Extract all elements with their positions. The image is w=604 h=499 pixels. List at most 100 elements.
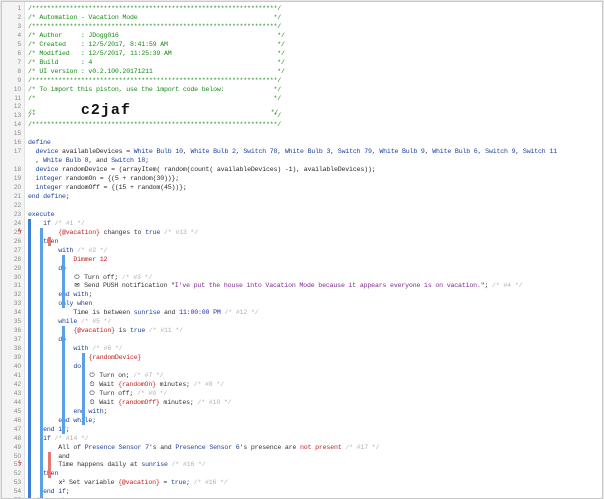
code-line[interactable]: then [28, 237, 58, 246]
line-number: 27 [13, 246, 21, 254]
line-number: 41 [13, 371, 21, 379]
line-number: 46 [13, 416, 21, 424]
code-line[interactable]: Time happens daily at sunrise /* #16 */ [28, 460, 206, 469]
code-line[interactable]: /***************************************… [28, 22, 281, 31]
code-token: availableDevices = [62, 148, 134, 156]
code-token: if [43, 219, 55, 227]
line-number: 42 [13, 380, 21, 388]
code-token: , and [88, 157, 112, 165]
code-token: Wait [95, 398, 119, 406]
code-line[interactable]: execute [28, 210, 55, 219]
line-number: 17 [13, 148, 21, 156]
code-line[interactable]: end with; [28, 290, 92, 299]
code-line[interactable]: /* Author : JDogg016 */ [28, 31, 285, 40]
code-line[interactable]: end define; [28, 192, 70, 201]
code-token: = [159, 479, 171, 487]
code-line[interactable]: do [28, 264, 66, 273]
code-line[interactable]: /* Automation - Vacation Mode */ [28, 13, 281, 22]
code-token: /* */ [28, 94, 282, 102]
code-line[interactable]: integer randomOff = {(15 + random(45))}; [28, 183, 187, 192]
code-line[interactable]: device availableDevices = White Bulb 10,… [28, 147, 558, 156]
code-line[interactable]: , White Bulb 8, and Switch 18; [28, 156, 150, 165]
code-line[interactable]: ✉ Send PUSH notification "I've put the h… [28, 281, 522, 290]
code-line[interactable]: then [28, 469, 58, 478]
code-line[interactable]: All of Presence Sensor 7's and Presence … [28, 443, 379, 452]
code-line[interactable]: {@vacation} is true /* #11 */ [28, 326, 183, 335]
code-token: ; [186, 479, 194, 487]
code-line[interactable]: ⏲ Wait {randomOff} minutes; /* #10 */ [28, 398, 231, 407]
line-number: 5 [17, 40, 21, 48]
line-number: 14 [13, 121, 21, 129]
code-token: randomDevice = (arrayItem( random(count(… [62, 166, 376, 174]
line-number: 28 [13, 255, 21, 263]
line-number: 23 [13, 210, 21, 218]
code-line[interactable]: define [28, 138, 51, 147]
code-line[interactable]: {@vacation} changes to true /* #13 */ [28, 228, 198, 237]
code-token: I've put the house into Vacation Mode be… [174, 282, 481, 290]
line-number: 34 [13, 309, 21, 317]
code-line[interactable]: do [28, 335, 66, 344]
code-token: end with [73, 407, 104, 415]
code-line[interactable]: ⏻ Turn off; /* #3 */ [28, 273, 152, 282]
code-token: Switch 18 [111, 157, 146, 165]
code-line[interactable]: /* */ [28, 111, 281, 120]
code-token: with [58, 246, 78, 254]
trigger-icon: ϟ [18, 460, 22, 468]
code-line[interactable]: end if; [28, 487, 70, 496]
line-number: 53 [13, 479, 21, 487]
code-line[interactable]: if /* #14 */ [28, 434, 89, 443]
code-line[interactable]: /* UI version : v0.2.100.20171211 */ [28, 67, 285, 76]
code-token: true [129, 327, 149, 335]
code-token: define [28, 139, 51, 147]
line-number: 15 [13, 130, 21, 138]
code-line[interactable]: ⏻ Turn on; /* #7 */ [28, 371, 163, 380]
code-line[interactable]: x² Set variable {@vacation} = true; /* #… [28, 478, 228, 487]
trigger-icon: ϟ [18, 227, 22, 235]
code-token: {randomDevice} [88, 354, 142, 362]
code-token: Time happens daily at [28, 461, 142, 469]
code-token: /* UI version : v0.2.100.20171211 */ [28, 67, 285, 75]
code-line[interactable]: /* Modified : 12/5/2017, 11:25:39 AM */ [28, 49, 285, 58]
line-number: 45 [13, 407, 21, 415]
code-token: /* */ [28, 112, 282, 120]
code-line[interactable]: ⏻ Turn off; /* #9 */ [28, 389, 167, 398]
code-token: , [515, 148, 523, 156]
code-line[interactable]: integer randomOn = {(5 + random(30))}; [28, 174, 180, 183]
code-token: Wait [95, 380, 119, 388]
code-token: , [28, 157, 44, 165]
code-token: /* #11 */ [148, 327, 183, 335]
code-line[interactable]: Time is between sunrise and 11:00:00 PM … [28, 308, 258, 317]
line-number: 40 [13, 363, 21, 370]
code-line[interactable]: /* */ [28, 94, 281, 103]
code-line[interactable]: if /* #1 */ [28, 219, 85, 228]
code-token: {@vacation} [73, 327, 115, 335]
code-token: White Bulb 10 [133, 148, 183, 156]
if-block-bar [40, 227, 43, 443]
code-token: /* #3 */ [121, 273, 153, 281]
code-line[interactable]: /* Created : 12/5/2017, 8:41:59 AM */ [28, 40, 285, 49]
code-line[interactable]: /***************************************… [28, 76, 281, 85]
code-line[interactable]: /***************************************… [28, 4, 281, 13]
code-line[interactable]: do [28, 362, 81, 371]
code-token: ; [103, 407, 108, 415]
code-line[interactable]: /***************************************… [28, 120, 281, 129]
code-line[interactable]: ⏲ Wait {randomOn} minutes; /* #8 */ [28, 380, 224, 389]
code-token: integer [35, 175, 66, 183]
code-line[interactable]: /* To import this piston, use the import… [28, 85, 281, 94]
code-line[interactable]: only when [28, 299, 92, 308]
code-token: /* #14 */ [54, 434, 89, 442]
line-number: 1 [17, 5, 21, 12]
code-line[interactable]: device randomDevice = (arrayItem( random… [28, 165, 376, 174]
code-line[interactable]: /* Build : 4 */ [28, 58, 285, 67]
